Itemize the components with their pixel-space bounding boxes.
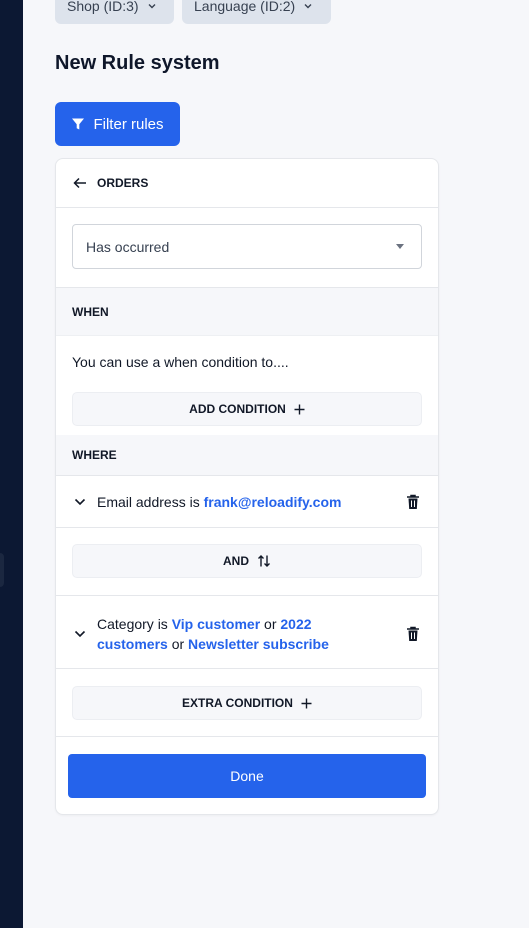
event-select-value: Has occurred xyxy=(86,238,170,255)
condition-category-text: Category is Vip customer or 2022 custome… xyxy=(97,614,377,654)
extra-condition-button[interactable]: EXTRA CONDITION xyxy=(72,686,422,720)
when-description: You can use a when condition to.... xyxy=(72,354,289,370)
done-button[interactable]: Done xyxy=(68,754,426,798)
condition-field: Email address is xyxy=(97,493,200,510)
shop-filter-chip[interactable]: Shop (ID:3) xyxy=(55,0,174,24)
left-sidebar-rail xyxy=(0,0,23,928)
chevron-down-icon[interactable] xyxy=(73,495,87,509)
language-filter-label: Language (ID:2) xyxy=(194,0,296,14)
filter-icon xyxy=(72,118,85,130)
and-toggle-button[interactable]: AND xyxy=(72,544,422,578)
swap-arrows-icon xyxy=(258,555,270,567)
chevron-down-icon[interactable] xyxy=(73,627,87,641)
condition-field: Category is xyxy=(97,616,168,632)
chevron-down-icon xyxy=(148,4,156,9)
trash-icon[interactable] xyxy=(406,626,420,642)
done-label: Done xyxy=(230,768,264,784)
event-select-section: Has occurred xyxy=(56,208,438,288)
add-condition-label: ADD CONDITION xyxy=(189,402,286,416)
or-connector: or xyxy=(171,636,185,652)
where-section-label: WHERE xyxy=(56,435,438,475)
add-condition-button[interactable]: ADD CONDITION xyxy=(72,392,422,426)
chevron-down-icon xyxy=(304,4,312,9)
when-section-body: You can use a when condition to.... ADD … xyxy=(56,336,438,435)
panel-header: ORDERS xyxy=(56,159,438,208)
language-filter-chip[interactable]: Language (ID:2) xyxy=(182,0,331,24)
rule-editor-panel: ORDERS Has occurred WHEN You can use a w… xyxy=(55,158,439,815)
condition-value[interactable]: Vip customer xyxy=(172,616,260,632)
shop-filter-label: Shop (ID:3) xyxy=(67,0,139,14)
plus-icon xyxy=(294,404,305,414)
caret-down-icon xyxy=(396,244,404,249)
sidebar-collapse-handle[interactable] xyxy=(0,553,4,587)
extra-condition-label: EXTRA CONDITION xyxy=(182,696,293,710)
when-section-label: WHEN xyxy=(56,288,438,336)
condition-value[interactable]: frank@reloadify.com xyxy=(204,494,342,510)
filter-rules-button[interactable]: Filter rules xyxy=(55,102,180,146)
page-title: New Rule system xyxy=(55,52,220,74)
condition-value[interactable]: Newsletter subscribe xyxy=(188,636,329,652)
and-label: AND xyxy=(223,554,249,568)
extra-condition-section: EXTRA CONDITION xyxy=(56,669,438,737)
trash-icon[interactable] xyxy=(406,494,420,510)
filter-rules-label: Filter rules xyxy=(93,115,164,133)
plus-icon xyxy=(301,698,312,708)
or-connector: or xyxy=(264,616,277,632)
condition-row-category: Category is Vip customer or 2022 custome… xyxy=(56,595,438,669)
condition-row-email: Email address is frank@reloadify.com xyxy=(56,475,438,528)
and-section: AND xyxy=(56,528,438,595)
panel-header-label: ORDERS xyxy=(97,176,149,190)
event-select[interactable]: Has occurred xyxy=(72,224,422,269)
condition-email-text: Email address is frank@reloadify.com xyxy=(97,492,377,512)
arrow-left-icon[interactable] xyxy=(73,177,87,189)
